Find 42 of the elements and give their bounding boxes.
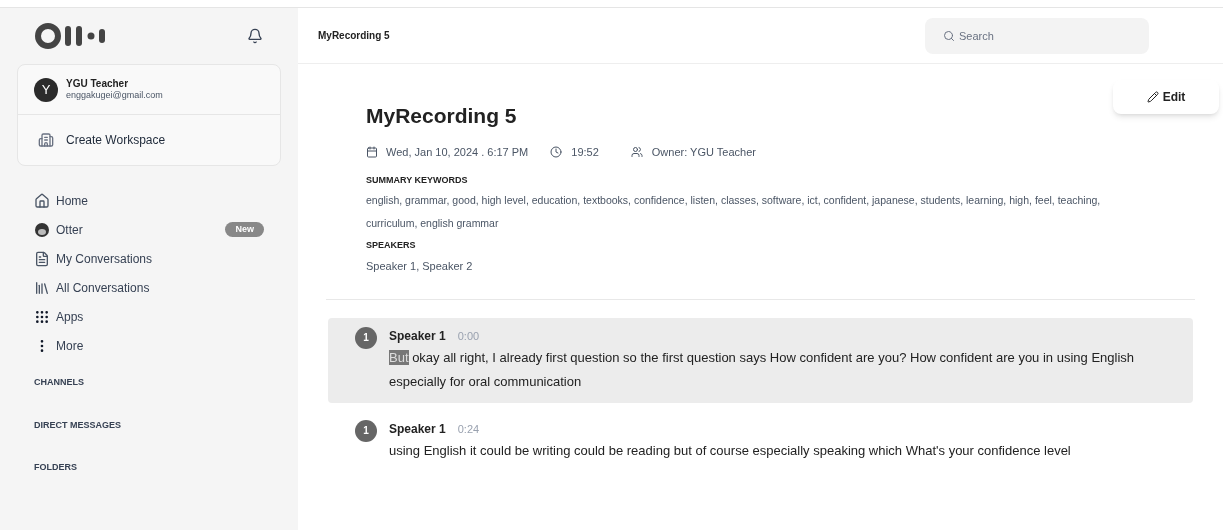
grid-icon: [34, 308, 50, 325]
workspace-icon: [38, 132, 54, 148]
pencil-icon: [1146, 91, 1159, 103]
speakers-text: Speaker 1, Speaker 2: [366, 259, 474, 274]
page-title: MyRecording 5: [318, 29, 390, 43]
document-icon: [34, 250, 50, 267]
recording-duration: 19:52: [571, 144, 599, 160]
section-heading[interactable]: CHANNELS: [34, 376, 264, 390]
transcript-segment[interactable]: 1 Speaker 1 0:00 But okay all right, I already first question so the first question says How confident are you? How confident are you in using English especially for oral communication: [328, 317, 1193, 403]
section-heading[interactable]: DIRECT MESSAGES: [34, 418, 264, 432]
search-icon: [943, 29, 955, 42]
speaker-name: Speaker 1: [389, 420, 446, 438]
recording-owner: Owner: YGU Teacher: [651, 144, 756, 160]
user-email: enggakugei@gmail.com: [66, 90, 163, 102]
speakers-heading: SPEAKERS: [366, 238, 417, 252]
clock-icon: [550, 145, 563, 158]
speaker-avatar: 1: [355, 326, 377, 349]
keywords-text: english, grammar, good, high level, education, textbooks, confidence, listen, classes, software, ict, confident, japanese, students, learning, high, feel, teaching, curriculum, english grammar: [366, 192, 1102, 231]
nav-item[interactable]: More: [34, 331, 264, 360]
nav-item[interactable]: Home: [34, 186, 264, 215]
transcript-text: using English it could be writing could be reading but of course especially speaking which What's your confidence level: [389, 441, 1071, 460]
recording-title: MyRecording 5: [366, 103, 518, 129]
home-icon: [34, 192, 50, 209]
recording-date: Wed, Jan 10, 2024 . 6:17 PM: [386, 144, 529, 160]
nav-item[interactable]: Apps: [34, 302, 264, 331]
user-avatar[interactable]: Y: [34, 77, 58, 102]
new-badge: New: [225, 221, 264, 238]
nav-item[interactable]: My Conversations: [34, 244, 264, 273]
keywords-heading: SUMMARY KEYWORDS: [366, 174, 469, 187]
transcript-text: But okay all right, I already first question so the first question says How confident are you? How confident are you in using English especially for oral communication: [389, 348, 1135, 391]
edit-button[interactable]: Edit: [1113, 80, 1219, 114]
nav-item[interactable]: Otter New: [34, 215, 264, 244]
calendar-icon: [366, 145, 378, 158]
search-field[interactable]: Search: [925, 17, 1149, 54]
notification-bell-icon[interactable]: [247, 28, 263, 44]
speaker-name: Speaker 1: [389, 327, 446, 345]
user-name: YGU Teacher: [66, 77, 130, 91]
create-workspace-button[interactable]: Create Workspace: [18, 115, 280, 165]
nav-item[interactable]: All Conversations: [34, 273, 264, 302]
section-heading[interactable]: FOLDERS: [34, 461, 264, 475]
library-icon: [34, 279, 50, 296]
speaker-avatar: 1: [355, 419, 377, 442]
